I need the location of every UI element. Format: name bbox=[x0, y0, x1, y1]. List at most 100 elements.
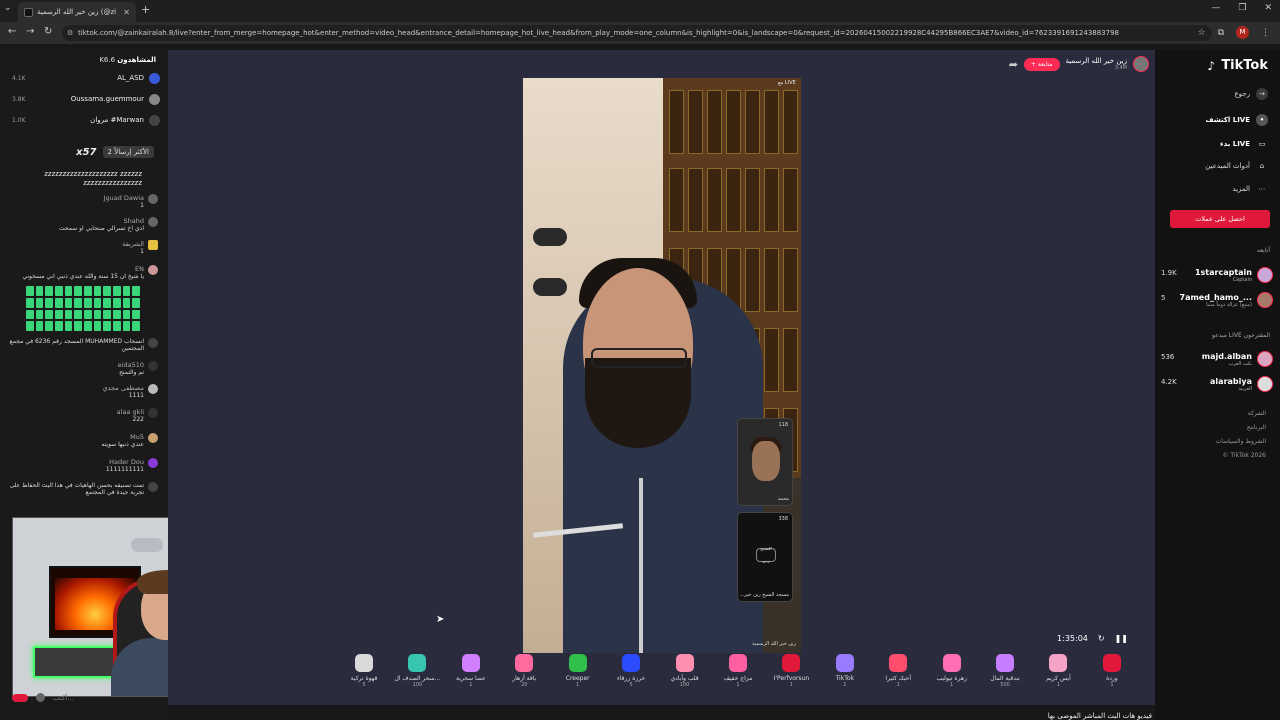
emoji-cell bbox=[74, 297, 82, 308]
system-message: انسحاب MUHAMMED المسجد رقم 6236 في مجمع … bbox=[8, 338, 158, 352]
emoji-cell bbox=[93, 309, 102, 320]
menu-item-discover-live[interactable]: • LIVE اكتشف bbox=[1206, 114, 1268, 126]
viewer-row[interactable]: 3.8K Oussama.guemmour bbox=[10, 92, 160, 106]
chat-username[interactable]: Shahd bbox=[8, 217, 144, 225]
refresh-icon[interactable]: ↻ bbox=[1098, 634, 1105, 643]
chat-username[interactable]: Jguad Dawia bbox=[8, 194, 144, 202]
chat-message: Jguad Dawia 1 bbox=[8, 194, 158, 209]
gift-price: 1 bbox=[1056, 682, 1061, 688]
mouse-cursor-icon: ➤ bbox=[436, 614, 445, 625]
gift-name: سحر الصدف ال... bbox=[394, 675, 441, 682]
suggested-heading: مبدعو LIVE المقترحون bbox=[1211, 332, 1270, 339]
gift-item[interactable]: آيس كريم 1 bbox=[1033, 654, 1083, 700]
profile-avatar[interactable]: M bbox=[1236, 26, 1249, 39]
chat-username[interactable]: alaa gkli bbox=[8, 408, 144, 416]
host-info[interactable]: زين خير الله الرسمية 3.4M bbox=[1066, 57, 1128, 71]
host-avatar[interactable] bbox=[1133, 56, 1149, 72]
camera-icon: ▭ bbox=[1258, 140, 1266, 148]
avatar bbox=[1257, 376, 1273, 392]
chat-username[interactable]: مصطفى مجدي bbox=[8, 384, 144, 392]
browser-menu-icon[interactable]: ⋮ bbox=[1261, 28, 1270, 38]
chat-username[interactable]: الشريفة bbox=[8, 240, 144, 248]
gift-item[interactable]: خرزة زرقاء 5 bbox=[606, 654, 656, 700]
gift-item[interactable]: سحر الصدف ال... 100 bbox=[392, 654, 442, 700]
footer-copyright: TikTok 2026 © bbox=[1222, 452, 1266, 459]
minimize-icon[interactable]: — bbox=[1211, 3, 1220, 13]
chat-username[interactable]: Hader Dou bbox=[8, 458, 144, 466]
viewer-row[interactable]: 4.1K AL_ASD bbox=[10, 71, 160, 85]
viewer-name: مروان #Marwan bbox=[90, 116, 144, 124]
emoji-icon[interactable] bbox=[36, 693, 45, 702]
account-name: majd.alban bbox=[1201, 351, 1252, 361]
window-close-icon[interactable]: ✕ bbox=[1264, 3, 1272, 13]
menu-item-more[interactable]: ⋯ المزيد bbox=[1232, 183, 1268, 195]
chat-text: ادي اخ تسرالي صنحابي او سمحت bbox=[58, 225, 144, 232]
book bbox=[745, 168, 760, 232]
gift-item[interactable]: TikTok 1 bbox=[820, 654, 870, 700]
gift-item[interactable]: I'Perfvorsun 1 bbox=[766, 654, 816, 700]
viewers-header[interactable]: المشاهدون K6.6 bbox=[99, 56, 156, 64]
guest-tile[interactable]: 338 الشيخ زين مسجد الشيخ زين خير... bbox=[737, 512, 793, 602]
gift-price: 5 bbox=[362, 682, 366, 688]
following-account[interactable]: 1.9K 1starcaptain Captain bbox=[1161, 265, 1273, 285]
gift-item[interactable]: قلب وأبادي 100 bbox=[660, 654, 710, 700]
suggested-account[interactable]: 536 majd.alban نكت العرب bbox=[1161, 349, 1273, 369]
emoji-cell bbox=[83, 297, 92, 308]
gift-name: قلب وأبادي bbox=[670, 675, 699, 682]
following-account[interactable]: 5 7amed_hamo_... (منبع) عزالة دوماً مبتنا bbox=[1161, 290, 1273, 310]
emoji-cell bbox=[64, 297, 73, 308]
gift-toggle-icon[interactable] bbox=[12, 693, 28, 702]
close-tab-icon[interactable]: ✕ bbox=[123, 8, 130, 17]
chat-input-row: أكتب... bbox=[12, 693, 74, 702]
gift-item[interactable]: زهرة تيوليب 1 bbox=[927, 654, 977, 700]
gift-item[interactable]: وردة 1 bbox=[1087, 654, 1137, 700]
gift-item[interactable]: مزاج خفيف 1 bbox=[713, 654, 763, 700]
follow-button[interactable]: + متابعة bbox=[1023, 57, 1060, 71]
maximize-icon[interactable]: ❐ bbox=[1238, 3, 1246, 13]
gift-item[interactable]: أحبك كثيرا 1 bbox=[873, 654, 923, 700]
gift-item[interactable]: Creeper 1 bbox=[553, 654, 603, 700]
gift-price: 500 bbox=[1000, 682, 1010, 688]
reload-icon[interactable]: ↻ bbox=[44, 26, 52, 37]
pause-icon[interactable]: ❚❚ bbox=[1115, 634, 1128, 643]
gift-item[interactable]: قهوة تركية 5 bbox=[339, 654, 389, 700]
menu-item-start-live[interactable]: ▭ LIVE بدء bbox=[1220, 138, 1268, 150]
following-heading: أتابعه bbox=[1257, 247, 1270, 254]
emoji-cell bbox=[26, 321, 34, 331]
emoji-cell bbox=[26, 309, 34, 320]
tab-search-icon[interactable]: ⌄ bbox=[4, 3, 12, 13]
chat-username[interactable]: EN bbox=[8, 265, 144, 273]
gift-item[interactable]: عصا سحرية 1 bbox=[446, 654, 496, 700]
bookmark-star-icon[interactable]: ☆ bbox=[1197, 28, 1205, 38]
emoji-cell bbox=[54, 321, 63, 331]
chat-username[interactable]: Mu5 bbox=[8, 433, 144, 441]
comment-input[interactable]: أكتب... bbox=[53, 694, 74, 702]
footer-link[interactable]: الشروط والسياسات bbox=[1216, 438, 1266, 445]
gift-item[interactable]: باقة أزهار 20 bbox=[499, 654, 549, 700]
emoji-cell bbox=[112, 309, 121, 320]
menu-item-back[interactable]: → رجوع bbox=[1234, 88, 1268, 100]
new-tab-icon[interactable]: + bbox=[141, 3, 150, 16]
chat-text: 1111111111 bbox=[105, 466, 144, 473]
tab-tiktok-live[interactable]: زين خير الله الرسمية (@zi ✕ bbox=[18, 2, 136, 22]
get-coins-button[interactable]: احصل على عملات bbox=[1170, 210, 1270, 228]
site-info-icon[interactable]: ⚙ bbox=[67, 25, 73, 41]
back-icon[interactable]: ← bbox=[8, 26, 16, 37]
guest-tile[interactable]: 118 محمد bbox=[737, 418, 793, 506]
book bbox=[783, 90, 798, 154]
gift-item[interactable]: بندقية المال 500 bbox=[980, 654, 1030, 700]
forward-icon[interactable]: → bbox=[26, 26, 34, 37]
footer-link[interactable]: البرنامج bbox=[1247, 424, 1266, 431]
tiktok-logo[interactable]: ♪ TikTok bbox=[1207, 58, 1268, 73]
extensions-icon[interactable]: ⧉ bbox=[1218, 28, 1224, 38]
footer-link[interactable]: الشركة bbox=[1248, 410, 1266, 417]
suggested-account[interactable]: 4.2K alarabiya العربية bbox=[1161, 374, 1273, 394]
menu-label: رجوع bbox=[1234, 90, 1250, 98]
gift-price: 1 bbox=[736, 682, 740, 688]
url-field[interactable]: ⚙ tiktok.com/@zainkairalah.8/live?enter_… bbox=[62, 25, 1212, 41]
emoji-cell bbox=[103, 309, 111, 320]
chat-username[interactable]: eida510 bbox=[8, 361, 144, 369]
share-icon[interactable]: ➦ bbox=[1009, 58, 1018, 71]
viewer-row[interactable]: 1.0K مروان #Marwan bbox=[10, 113, 160, 127]
menu-item-creator-tools[interactable]: ⌂ أدوات المبدعين bbox=[1205, 160, 1268, 172]
